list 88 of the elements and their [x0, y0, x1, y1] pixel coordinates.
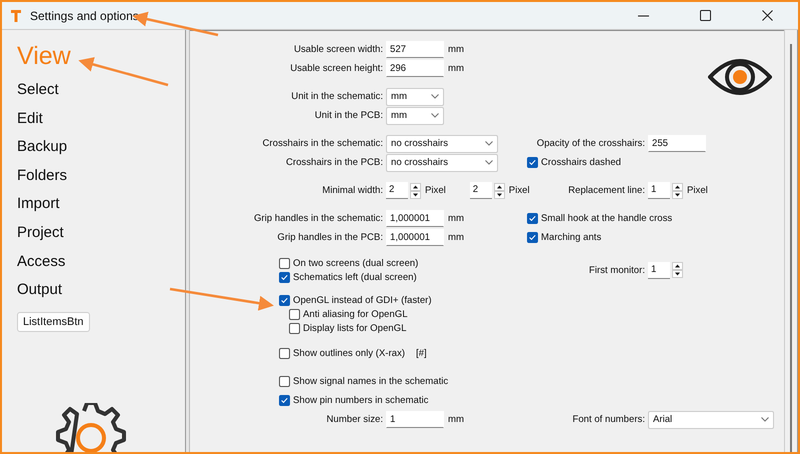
shortcut-hint: [#] — [416, 348, 427, 359]
field-label: Opacity of the crosshairs: — [536, 138, 646, 149]
unit-label: mm — [448, 44, 464, 55]
sidebar-item[interactable]: Project — [17, 218, 64, 248]
field-label: Unit in the PCB: — [314, 110, 384, 121]
sidebar-item[interactable]: Import — [17, 190, 60, 219]
field-label: Crosshairs in the PCB: — [284, 157, 384, 168]
checkbox[interactable] — [279, 258, 290, 268]
checkbox-label[interactable]: Schematics left (dual screen) — [293, 272, 417, 282]
chevron-down-icon — [485, 160, 493, 165]
field-label: Unit in the schematic: — [290, 91, 384, 102]
checkbox-label[interactable]: Show pin numbers in schematic — [293, 395, 428, 406]
field-label: Font of numbers: — [571, 414, 646, 425]
spin-field[interactable]: 1 — [648, 262, 670, 278]
sidebar-item[interactable]: Backup — [17, 133, 68, 162]
checkbox[interactable] — [279, 395, 290, 406]
field-label: Grip handles in the PCB: — [276, 232, 384, 243]
unit-label: mm — [448, 414, 464, 425]
list-items-button[interactable]: ListItemsBtn — [17, 312, 90, 332]
checkbox[interactable] — [279, 272, 290, 282]
input-field[interactable]: 255 — [648, 135, 706, 152]
spin-arrows-icon[interactable] — [672, 182, 683, 198]
field-label: Grip handles in the schematic: — [252, 213, 384, 224]
field-label: Number size: — [325, 414, 384, 425]
sidebar-item[interactable]: Edit — [17, 104, 43, 134]
eye-icon — [708, 57, 772, 97]
dropdown[interactable]: Arial — [648, 410, 774, 428]
spin-arrows-icon[interactable] — [494, 182, 505, 198]
close-icon — [762, 10, 772, 21]
input-field[interactable]: 1 — [386, 411, 444, 428]
sidebar-item[interactable]: Folders — [17, 162, 68, 190]
checkbox-label[interactable]: Small hook at the handle cross — [541, 213, 672, 224]
field-label: Usable screen width: — [292, 44, 384, 55]
checkbox[interactable] — [289, 308, 300, 320]
check-icon — [280, 272, 289, 282]
sidebar-item[interactable]: Output — [17, 276, 62, 305]
check-icon — [528, 158, 537, 167]
spin-field[interactable]: 1 — [648, 182, 670, 199]
chevron-down-icon — [431, 113, 439, 118]
unit-label: mm — [448, 63, 464, 74]
checkbox[interactable] — [527, 213, 538, 224]
unit-label: mm — [448, 232, 464, 243]
field-label: First monitor: — [588, 264, 646, 276]
checkbox-label[interactable]: On two screens (dual screen) — [293, 258, 418, 268]
sidebar-item[interactable]: Access — [17, 248, 66, 276]
checkbox-label[interactable]: OpenGL instead of GDI+ (faster) — [293, 294, 432, 306]
unit-label: Pixel — [425, 185, 446, 196]
spin-arrows-icon[interactable] — [410, 182, 421, 198]
spin-field[interactable]: 2 — [470, 182, 492, 199]
checkbox[interactable] — [289, 322, 300, 334]
field-label: Minimal width: — [321, 185, 384, 196]
checkbox-label[interactable]: Show outlines only (X-rax) — [293, 348, 405, 359]
checkbox-label[interactable]: Display lists for OpenGL — [303, 322, 406, 334]
checkbox-label[interactable]: Anti aliasing for OpenGL — [303, 308, 408, 320]
chevron-down-icon — [431, 94, 439, 99]
scrollbar[interactable] — [784, 30, 798, 452]
dropdown[interactable]: no crosshairs — [386, 134, 498, 152]
checkbox-label[interactable]: Crosshairs dashed — [541, 157, 621, 168]
input-field[interactable]: 527 — [386, 41, 444, 58]
maximize-icon — [700, 10, 710, 21]
sidebar-item[interactable]: Select — [17, 76, 59, 105]
checkbox-label[interactable]: Marching ants — [541, 232, 602, 243]
input-field[interactable]: 1,000001 — [386, 229, 444, 246]
spin-arrows-icon[interactable] — [672, 262, 683, 278]
field-label: Usable screen height: — [289, 63, 384, 74]
check-icon — [280, 396, 289, 405]
checkbox[interactable] — [527, 232, 538, 243]
unit-label: mm — [448, 213, 464, 224]
unit-label: Pixel — [508, 185, 530, 196]
chevron-down-icon — [485, 141, 493, 146]
dropdown[interactable]: mm — [386, 88, 444, 106]
check-icon — [280, 296, 289, 304]
checkbox[interactable] — [279, 376, 290, 387]
app-logo-icon — [10, 8, 22, 22]
field-label: Crosshairs in the schematic: — [262, 138, 384, 149]
dropdown[interactable]: mm — [386, 106, 444, 124]
input-field[interactable]: 1,000001 — [386, 210, 444, 227]
dropdown[interactable]: no crosshairs — [386, 154, 498, 172]
check-icon — [528, 214, 537, 223]
input-field[interactable]: 296 — [386, 60, 444, 77]
unit-label: Pixel — [687, 185, 708, 196]
checkbox[interactable] — [279, 294, 290, 306]
checkbox[interactable] — [279, 348, 290, 359]
checkbox-label[interactable]: Show signal names in the schematic — [293, 376, 448, 387]
checkbox[interactable] — [527, 157, 538, 168]
check-icon — [528, 233, 537, 242]
chevron-down-icon — [761, 417, 769, 422]
spin-field[interactable]: 2 — [386, 182, 408, 199]
